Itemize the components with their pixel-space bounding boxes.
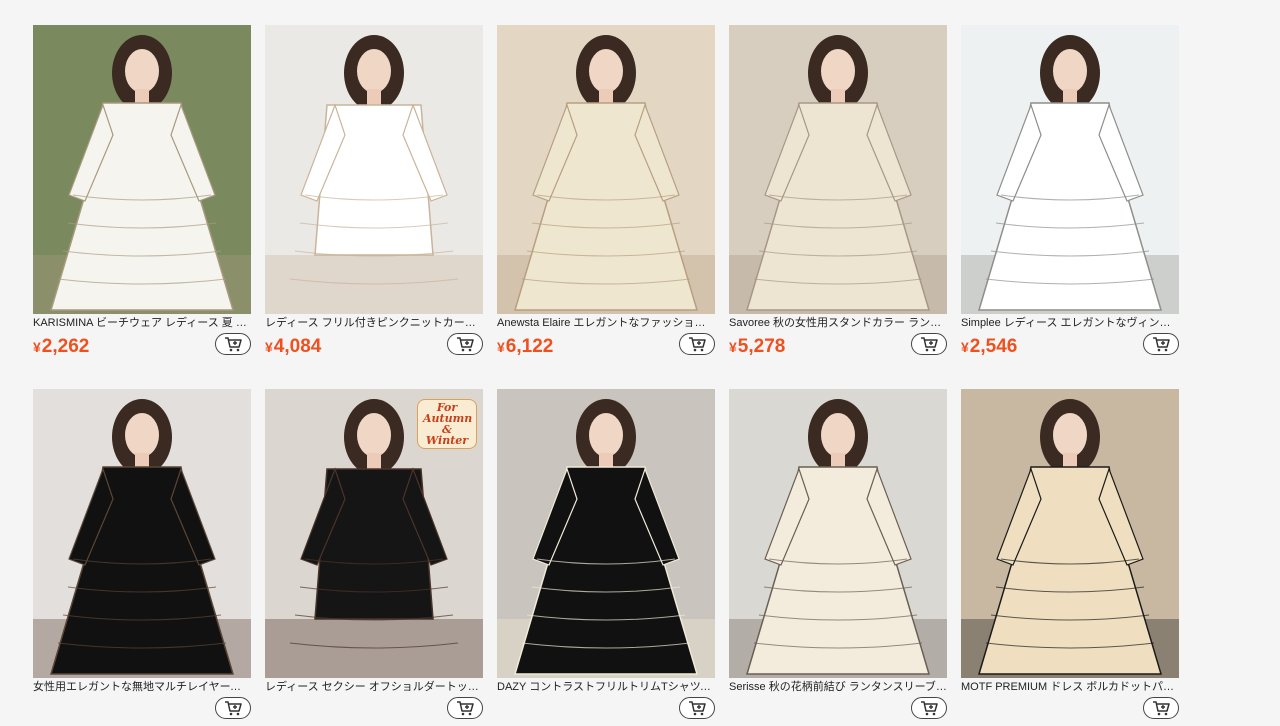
product-photo <box>729 389 947 678</box>
product-price: ¥4,084 <box>265 336 321 358</box>
add-to-cart-icon <box>225 701 242 716</box>
product-footer <box>729 696 947 726</box>
add-to-cart-icon <box>1153 337 1170 352</box>
product-title[interactable]: Serisse 秋の花柄前結び ランタンスリーブブラウス <box>729 680 947 696</box>
product-card[interactable]: Savoree 秋の女性用スタンドカラー ランタンスリーブ ¥5,278 <box>729 25 947 362</box>
currency-symbol: ¥ <box>265 339 273 355</box>
add-to-cart-button[interactable] <box>911 697 947 719</box>
add-to-cart-icon <box>689 337 706 352</box>
product-footer: ¥2,262 <box>33 332 251 362</box>
product-title[interactable]: Simplee レディース エレガントなヴィンテージレースドレス <box>961 316 1179 332</box>
product-price: ¥5,278 <box>729 336 785 358</box>
product-card[interactable]: レディース フリル付きピンクニットカーディガン 甘め ¥4,084 <box>265 25 483 362</box>
add-to-cart-button[interactable] <box>679 697 715 719</box>
product-card[interactable]: Anewsta Elaire エレガントなファッションプリーツドレス ¥6,122 <box>497 25 715 362</box>
product-image[interactable] <box>729 389 947 678</box>
add-to-cart-button[interactable] <box>679 333 715 355</box>
product-photo <box>33 25 251 314</box>
add-to-cart-button[interactable] <box>215 697 251 719</box>
product-footer <box>265 696 483 726</box>
product-card[interactable]: DAZY コントラストフリルトリムTシャツ、秋服レディース <box>497 389 715 726</box>
add-to-cart-button[interactable] <box>1143 333 1179 355</box>
product-title[interactable]: MOTF PREMIUM ドレス ボルカドットパターン <box>961 680 1179 696</box>
product-footer <box>961 696 1179 726</box>
product-title[interactable]: KARISMINA ビーチウェア レディース 夏 バカンス ワンピース <box>33 316 251 332</box>
product-footer <box>497 696 715 726</box>
product-photo <box>265 25 483 314</box>
product-image[interactable]: For Autumn & Winter <box>265 389 483 678</box>
product-photo <box>33 389 251 678</box>
product-image[interactable] <box>265 25 483 314</box>
price-value: 6,122 <box>505 336 554 357</box>
product-card[interactable]: 女性用エレガントな無地マルチレイヤーフリル/ベルスリーブ <box>33 389 251 726</box>
product-photo <box>497 389 715 678</box>
product-title[interactable]: レディース フリル付きピンクニットカーディガン 甘め <box>265 316 483 332</box>
add-to-cart-icon <box>921 337 938 352</box>
promo-badge: For Autumn & Winter <box>417 399 477 449</box>
product-photo <box>497 25 715 314</box>
price-value: 2,262 <box>41 336 90 357</box>
product-footer <box>33 696 251 726</box>
product-image[interactable] <box>961 389 1179 678</box>
product-grid: KARISMINA ビーチウェア レディース 夏 バカンス ワンピース ¥2,26… <box>0 0 1280 719</box>
currency-symbol: ¥ <box>33 339 41 355</box>
add-to-cart-button[interactable] <box>1143 697 1179 719</box>
product-price: ¥2,546 <box>961 336 1017 358</box>
add-to-cart-button[interactable] <box>447 697 483 719</box>
product-title[interactable]: Anewsta Elaire エレガントなファッションプリーツドレス <box>497 316 715 332</box>
add-to-cart-icon <box>457 701 474 716</box>
add-to-cart-button[interactable] <box>911 333 947 355</box>
product-image[interactable] <box>497 25 715 314</box>
product-title[interactable]: 女性用エレガントな無地マルチレイヤーフリル/ベルスリーブ <box>33 680 251 696</box>
price-value: 2,546 <box>969 336 1018 357</box>
product-card[interactable]: KARISMINA ビーチウェア レディース 夏 バカンス ワンピース ¥2,26… <box>33 25 251 362</box>
product-footer: ¥5,278 <box>729 332 947 362</box>
currency-symbol: ¥ <box>729 339 737 355</box>
product-image[interactable] <box>33 389 251 678</box>
add-to-cart-icon <box>689 701 706 716</box>
product-card[interactable]: MOTF PREMIUM ドレス ボルカドットパターン <box>961 389 1179 726</box>
price-value: 5,278 <box>737 336 786 357</box>
product-photo <box>961 389 1179 678</box>
add-to-cart-icon <box>921 701 938 716</box>
product-image[interactable] <box>33 25 251 314</box>
product-image[interactable] <box>497 389 715 678</box>
product-title[interactable]: DAZY コントラストフリルトリムTシャツ、秋服レディース <box>497 680 715 696</box>
add-to-cart-icon <box>1153 701 1170 716</box>
product-title[interactable]: Savoree 秋の女性用スタンドカラー ランタンスリーブ <box>729 316 947 332</box>
product-photo <box>961 25 1179 314</box>
add-to-cart-icon <box>225 337 242 352</box>
product-price: ¥2,262 <box>33 336 89 358</box>
add-to-cart-icon <box>457 337 474 352</box>
product-card[interactable]: Serisse 秋の花柄前結び ランタンスリーブブラウス <box>729 389 947 726</box>
product-card[interactable]: Simplee レディース エレガントなヴィンテージレースドレス ¥2,546 <box>961 25 1179 362</box>
product-title[interactable]: レディース セクシー オフショルダートップ ストレッチ <box>265 680 483 696</box>
add-to-cart-button[interactable] <box>215 333 251 355</box>
product-photo <box>729 25 947 314</box>
product-card[interactable]: For Autumn & Winter レディース セクシー オフショルダートップ… <box>265 389 483 726</box>
product-footer: ¥6,122 <box>497 332 715 362</box>
product-image[interactable] <box>961 25 1179 314</box>
currency-symbol: ¥ <box>497 339 505 355</box>
product-image[interactable] <box>729 25 947 314</box>
product-footer: ¥4,084 <box>265 332 483 362</box>
product-footer: ¥2,546 <box>961 332 1179 362</box>
price-value: 4,084 <box>273 336 322 357</box>
product-price: ¥6,122 <box>497 336 553 358</box>
add-to-cart-button[interactable] <box>447 333 483 355</box>
currency-symbol: ¥ <box>961 339 969 355</box>
